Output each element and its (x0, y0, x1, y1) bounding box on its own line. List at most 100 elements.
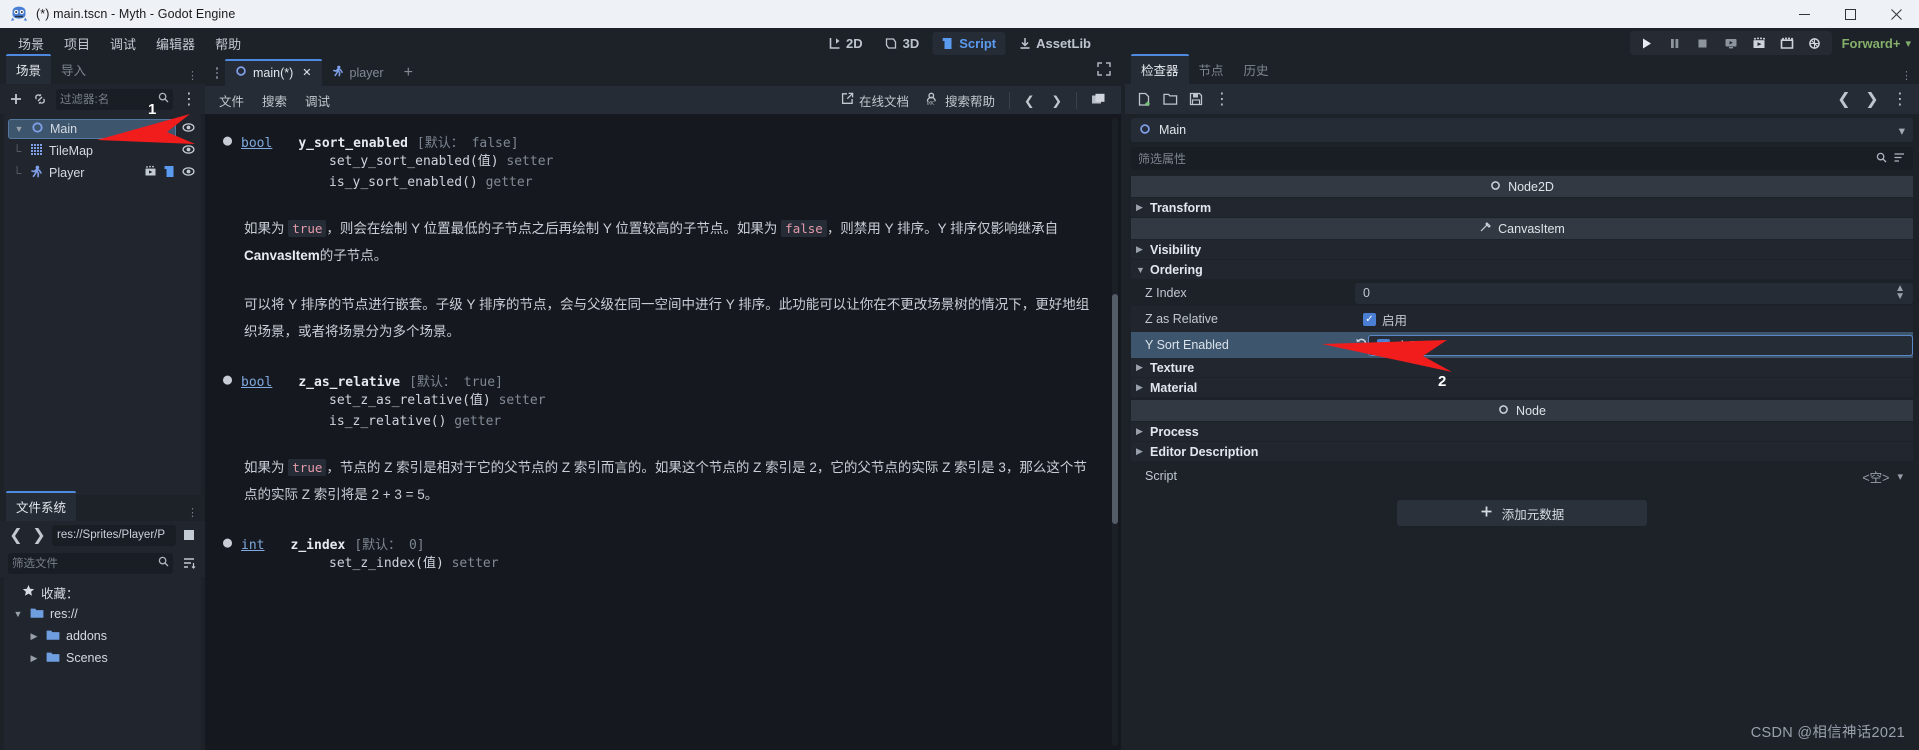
search-help-button[interactable]: DOC 搜索帮助 (919, 88, 1002, 113)
scene-node-player[interactable]: └ Player (4, 162, 201, 184)
menu-scene[interactable]: 场景 (8, 30, 54, 57)
fs-forward-button[interactable]: ❯ (29, 525, 49, 545)
fs-sort-icon[interactable] (179, 553, 199, 573)
online-docs-button[interactable]: 在线文档 (834, 88, 916, 113)
fs-root-row[interactable]: ▼ res:// (4, 603, 201, 625)
movie-custom-icon[interactable] (1774, 32, 1800, 54)
chevron-down-icon[interactable]: ▼ (13, 124, 25, 134)
script-list-toggle-icon[interactable] (209, 60, 225, 86)
scene-node-main[interactable]: ▼ Main (4, 118, 201, 140)
movie-play-icon[interactable] (1746, 32, 1772, 54)
menu-help[interactable]: 帮助 (205, 30, 251, 57)
inspector-group-editor-description[interactable]: ▶ Editor Description (1131, 442, 1913, 461)
doc-menu-search[interactable]: 搜索 (254, 88, 295, 113)
pause-icon[interactable] (1662, 32, 1688, 54)
instance-child-scene-button[interactable] (30, 89, 50, 109)
inspector-group-process[interactable]: ▶ Process (1131, 422, 1913, 441)
inspector-tools-icon[interactable]: ⋮ (1211, 88, 1233, 110)
documentation-viewer[interactable]: ● bool y_sort_enabled [默认： false] set_y_so… (205, 114, 1121, 750)
play-icon[interactable] (1634, 32, 1660, 54)
tab-node[interactable]: 节点 (1189, 56, 1234, 84)
spinner-arrows-icon[interactable]: ▲ ▼ (1895, 284, 1905, 302)
folder-open-icon[interactable] (1159, 88, 1181, 110)
tab-filesystem[interactable]: 文件系统 (6, 491, 77, 521)
mode-assetlib-button[interactable]: AssetLib (1009, 32, 1100, 55)
script-tab-main[interactable]: main(*) ✕ (225, 59, 322, 86)
tab-scene[interactable]: 场景 (6, 54, 52, 84)
scene-dock-menu-icon[interactable]: ⋮ (187, 71, 198, 82)
save-icon[interactable] (1185, 88, 1207, 110)
checkbox-checked-icon[interactable]: ✓ (1377, 338, 1390, 352)
fs-path-field[interactable]: res://Sprites/Player/P (52, 524, 176, 546)
mode-script-button[interactable]: Script (932, 31, 1006, 55)
filesystem-dock-menu-icon[interactable]: ⋮ (187, 508, 198, 519)
network-debug-icon[interactable] (1802, 32, 1828, 54)
z-index-spinbox[interactable]: 0 ▲ ▼ (1355, 282, 1913, 304)
script-icon[interactable] (163, 165, 176, 181)
menu-editor[interactable]: 编辑器 (146, 30, 205, 57)
menu-debug[interactable]: 调试 (100, 30, 146, 57)
new-resource-icon[interactable] (1133, 88, 1155, 110)
mode-3d-button[interactable]: 3D (876, 32, 929, 55)
member-type[interactable]: int (241, 538, 264, 553)
inspector-history-icon[interactable]: ⋮ (1889, 88, 1911, 110)
property-row-y-sort-enabled[interactable]: Y Sort Enabled ✓ 启用 (1131, 332, 1913, 358)
scene-node-tilemap[interactable]: └ TileMap (4, 140, 201, 162)
property-row-z-as-relative[interactable]: Z as Relative ✓ 启用 (1131, 306, 1913, 332)
visibility-icon[interactable] (182, 165, 195, 181)
inspector-group-material[interactable]: ▶ Material (1131, 378, 1913, 397)
property-row-script[interactable]: Script <空> ▾ (1131, 462, 1913, 490)
doc-menu-file[interactable]: 文件 (211, 88, 252, 113)
property-sort-icon[interactable] (1893, 151, 1906, 167)
z-as-relative-checkbox-wrap[interactable]: ✓ 启用 (1355, 309, 1913, 330)
fullscreen-icon[interactable] (1097, 62, 1111, 81)
inspector-group-visibility[interactable]: ▶ Visibility (1131, 240, 1913, 259)
property-filter-input[interactable]: 筛选属性 (1131, 147, 1913, 170)
fs-filter-input[interactable]: 筛选文件 (8, 552, 173, 574)
inspector-group-transform[interactable]: ▶ Transform (1131, 198, 1913, 217)
chevron-down-icon[interactable]: ▼ (12, 609, 24, 619)
mode-2d-button[interactable]: 2D (819, 32, 872, 55)
panels-icon[interactable] (1084, 90, 1113, 110)
doc-nav-back-button[interactable]: ❮ (1017, 90, 1041, 111)
chevron-right-icon[interactable]: ▶ (28, 653, 40, 664)
script-value-selector[interactable]: <空> ▾ (1355, 467, 1913, 486)
renderer-selector[interactable]: Forward+ ▾ (1842, 36, 1911, 51)
inspector-property-list[interactable]: Node2D ▶ Transform CanvasItem ▶ Visibili… (1131, 176, 1913, 750)
y-sort-enabled-checkbox-wrap[interactable]: ✓ 启用 (1368, 334, 1913, 356)
menu-project[interactable]: 项目 (54, 30, 100, 57)
visibility-icon[interactable] (182, 143, 195, 159)
fs-scenes-row[interactable]: ▶ Scenes (4, 647, 201, 669)
member-type[interactable]: bool (241, 136, 272, 151)
fs-addons-row[interactable]: ▶ addons (4, 625, 201, 647)
inspector-node-selector[interactable]: Main ▾ (1131, 118, 1913, 142)
doc-scrollbar-thumb[interactable] (1112, 294, 1118, 524)
revert-icon[interactable] (1355, 337, 1368, 353)
add-metadata-button[interactable]: 添加元数据 (1397, 500, 1647, 526)
add-node-button[interactable] (6, 89, 26, 109)
close-button[interactable] (1873, 0, 1919, 28)
tab-history[interactable]: 历史 (1234, 56, 1279, 84)
scene-tree-options-icon[interactable]: ⋮ (179, 89, 199, 109)
inspector-forward-button[interactable]: ❯ (1861, 88, 1883, 110)
inspector-back-button[interactable]: ❮ (1833, 88, 1855, 110)
doc-menu-debug[interactable]: 调试 (297, 88, 338, 113)
inspector-dock-menu-icon[interactable]: ⋮ (1901, 71, 1912, 82)
chevron-down-icon[interactable]: ▾ (1899, 123, 1905, 138)
inspector-group-texture[interactable]: ▶ Texture (1131, 358, 1913, 377)
property-row-z-index[interactable]: Z Index 0 ▲ ▼ (1131, 280, 1913, 306)
script-tab-player[interactable]: player (322, 61, 394, 86)
minimize-button[interactable] (1781, 0, 1827, 28)
doc-nav-forward-button[interactable]: ❯ (1045, 90, 1069, 111)
fs-favorites-row[interactable]: 收藏： (4, 581, 201, 603)
maximize-button[interactable] (1827, 0, 1873, 28)
animation-icon[interactable] (144, 165, 157, 181)
close-icon[interactable]: ✕ (302, 66, 311, 79)
tab-inspector[interactable]: 检查器 (1131, 54, 1189, 84)
monitor-play-icon[interactable] (1718, 32, 1744, 54)
inspector-group-ordering[interactable]: ▼ Ordering (1131, 260, 1913, 279)
chevron-right-icon[interactable]: ▶ (28, 631, 40, 642)
stop-icon[interactable] (1690, 32, 1716, 54)
chevron-down-icon[interactable]: ▾ (1897, 470, 1903, 483)
member-type[interactable]: bool (241, 375, 272, 390)
